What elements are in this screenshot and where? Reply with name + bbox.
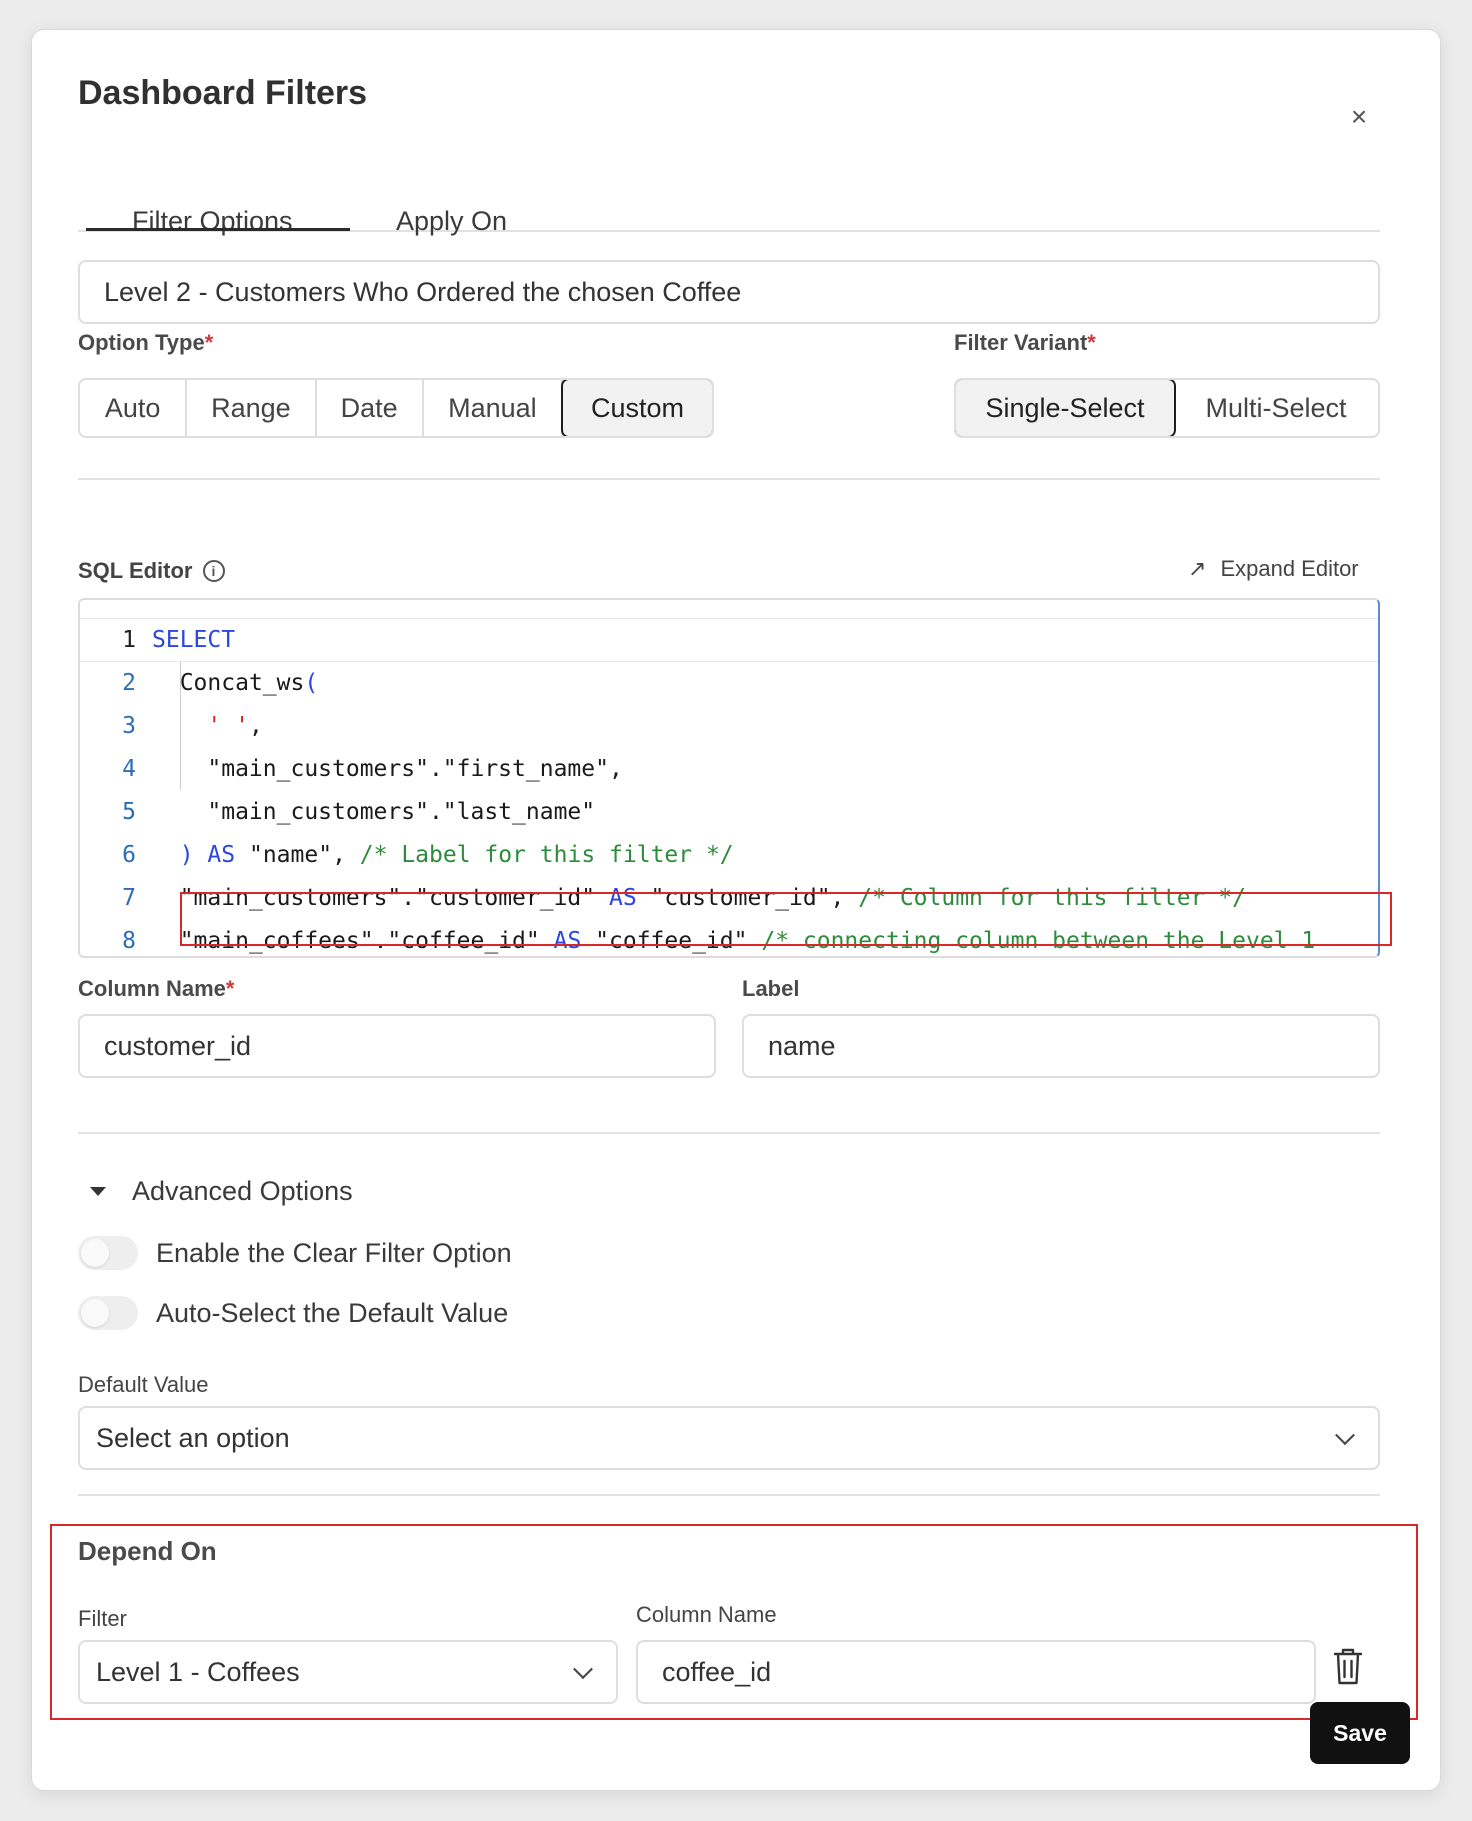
- sql-editor-header: SQL Editor i: [78, 558, 225, 584]
- option-type-auto[interactable]: Auto: [80, 380, 188, 436]
- tab-apply-on[interactable]: Apply On: [396, 206, 507, 237]
- chevron-down-icon: [1335, 1425, 1355, 1446]
- depend-on-title: Depend On: [78, 1536, 217, 1566]
- option-type-manual[interactable]: Manual: [424, 380, 563, 436]
- column-name-label: Column Name*: [78, 976, 235, 1001]
- sql-editor-label: SQL Editor: [78, 558, 193, 583]
- auto-select-default-switch[interactable]: [78, 1296, 138, 1330]
- clear-filter-switch[interactable]: [78, 1236, 138, 1270]
- default-value-placeholder: Select an option: [96, 1422, 290, 1453]
- code-line-4: 4 "main_customers"."first_name",: [122, 755, 623, 782]
- column-name-input[interactable]: customer_id: [78, 1014, 716, 1078]
- expand-editor-button[interactable]: ↗ Expand Editor: [1188, 556, 1359, 582]
- depend-filter-select[interactable]: Level 1 - Coffees: [78, 1640, 618, 1704]
- advanced-options-label: Advanced Options: [132, 1176, 353, 1206]
- active-tab-indicator: [86, 228, 350, 231]
- section-divider: [78, 478, 1380, 480]
- default-value-select[interactable]: Select an option: [78, 1406, 1380, 1470]
- option-type-label: Option Type*: [78, 330, 214, 355]
- code-line-3: 3 ' ',: [122, 712, 263, 739]
- depend-filter-value: Level 1 - Coffees: [96, 1656, 300, 1687]
- expand-icon: ↗: [1188, 556, 1207, 581]
- clear-filter-option-row: Enable the Clear Filter Option: [78, 1236, 512, 1270]
- label-input[interactable]: name: [742, 1014, 1380, 1078]
- section-divider: [78, 1132, 1380, 1134]
- dialog-title: Dashboard Filters: [78, 74, 368, 112]
- filter-variant-segmented: Single-Select Multi-Select: [954, 378, 1380, 438]
- depend-column-value: coffee_id: [662, 1656, 772, 1687]
- code-line-2: 2 Concat_ws(: [122, 669, 319, 696]
- save-button[interactable]: Save: [1310, 1702, 1410, 1764]
- filter-title-value: Level 2 - Customers Who Ordered the chos…: [104, 276, 742, 307]
- advanced-options-toggle[interactable]: Advanced Options: [90, 1176, 353, 1207]
- column-name-value: customer_id: [104, 1030, 252, 1061]
- filter-variant-multi-select[interactable]: Multi-Select: [1174, 380, 1378, 436]
- chevron-down-icon: [573, 1659, 593, 1680]
- option-type-segmented: Auto Range Date Manual Custom: [78, 378, 714, 438]
- code-line-5: 5 "main_customers"."last_name": [122, 798, 596, 825]
- label-value: name: [768, 1030, 836, 1061]
- expand-editor-label: Expand Editor: [1220, 556, 1359, 581]
- depend-column-label: Column Name: [636, 1602, 777, 1627]
- option-type-range[interactable]: Range: [187, 380, 317, 436]
- caret-down-icon: [90, 1187, 106, 1196]
- info-icon[interactable]: i: [202, 560, 225, 582]
- tab-filter-options[interactable]: Filter Options: [132, 206, 293, 237]
- depend-filter-label: Filter: [78, 1606, 127, 1631]
- filter-variant-label: Filter Variant*: [954, 330, 1096, 355]
- filter-variant-single-select[interactable]: Single-Select: [956, 380, 1176, 436]
- code-line-1: 1 SELECT: [122, 626, 236, 653]
- default-value-label: Default Value: [78, 1372, 209, 1397]
- highlight-box-line-8: [180, 892, 1392, 946]
- depend-column-input[interactable]: coffee_id: [636, 1640, 1316, 1704]
- auto-select-default-row: Auto-Select the Default Value: [78, 1296, 508, 1330]
- close-icon[interactable]: ×: [1344, 102, 1374, 132]
- section-divider: [78, 1494, 1380, 1496]
- trash-icon[interactable]: [1332, 1646, 1364, 1686]
- option-type-date[interactable]: Date: [317, 380, 424, 436]
- label-field-label: Label: [742, 976, 800, 1001]
- filter-title-input[interactable]: Level 2 - Customers Who Ordered the chos…: [78, 260, 1380, 324]
- dashboard-filters-dialog: Dashboard Filters × Filter Options Apply…: [32, 30, 1440, 1790]
- code-line-6: 6 ) AS "name", /* Label for this filter …: [122, 841, 734, 868]
- auto-select-default-label: Auto-Select the Default Value: [156, 1297, 509, 1328]
- option-type-custom[interactable]: Custom: [560, 380, 712, 436]
- clear-filter-label: Enable the Clear Filter Option: [156, 1237, 512, 1268]
